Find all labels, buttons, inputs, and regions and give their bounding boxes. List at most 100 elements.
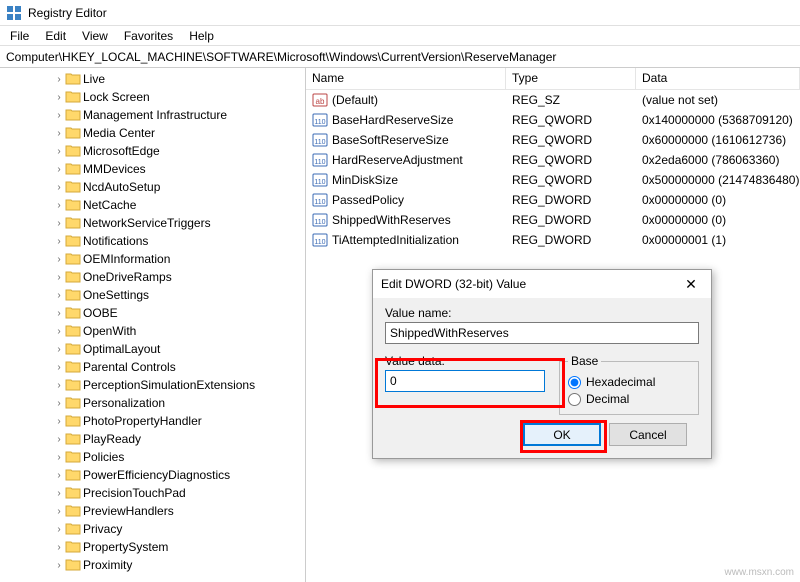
expand-arrow-icon[interactable]: › — [53, 524, 65, 535]
tree-item[interactable]: ›PerceptionSimulationExtensions — [0, 376, 305, 394]
expand-arrow-icon[interactable]: › — [53, 128, 65, 139]
menu-file[interactable]: File — [2, 27, 37, 45]
tree-item[interactable]: ›Media Center — [0, 124, 305, 142]
folder-icon — [65, 108, 81, 122]
value-row[interactable]: 110BaseSoftReserveSizeREG_QWORD0x6000000… — [306, 130, 800, 150]
folder-icon — [65, 360, 81, 374]
expand-arrow-icon[interactable]: › — [53, 398, 65, 409]
expand-arrow-icon[interactable]: › — [53, 164, 65, 175]
tree-item[interactable]: ›Proximity — [0, 556, 305, 574]
value-row[interactable]: 110BaseHardReserveSizeREG_QWORD0x1400000… — [306, 110, 800, 130]
expand-arrow-icon[interactable]: › — [53, 380, 65, 391]
expand-arrow-icon[interactable]: › — [53, 272, 65, 283]
menu-view[interactable]: View — [74, 27, 116, 45]
svg-text:110: 110 — [314, 159, 325, 166]
value-row[interactable]: 110HardReserveAdjustmentREG_QWORD0x2eda6… — [306, 150, 800, 170]
cancel-button[interactable]: Cancel — [609, 423, 687, 446]
value-row[interactable]: 110PassedPolicyREG_DWORD0x00000000 (0) — [306, 190, 800, 210]
value-type: REG_DWORD — [506, 233, 636, 247]
tree-item[interactable]: ›MMDevices — [0, 160, 305, 178]
expand-arrow-icon[interactable]: › — [53, 92, 65, 103]
col-data[interactable]: Data — [636, 68, 800, 89]
value-name: ShippedWithReserves — [332, 213, 451, 227]
menu-favorites[interactable]: Favorites — [116, 27, 181, 45]
expand-arrow-icon[interactable]: › — [53, 470, 65, 481]
expand-arrow-icon[interactable]: › — [53, 506, 65, 517]
expand-arrow-icon[interactable]: › — [53, 218, 65, 229]
radio-decimal[interactable]: Decimal — [568, 392, 690, 406]
app-title: Registry Editor — [28, 6, 107, 20]
tree-item-label: PrecisionTouchPad — [83, 486, 186, 500]
tree-item[interactable]: › OEMInformation — [0, 250, 305, 268]
value-data-field[interactable] — [385, 370, 545, 392]
tree-item[interactable]: ›Policies — [0, 448, 305, 466]
radio-hexadecimal[interactable]: Hexadecimal — [568, 375, 690, 389]
expand-arrow-icon[interactable]: › — [53, 254, 65, 265]
expand-arrow-icon[interactable]: › — [53, 74, 65, 85]
tree-item[interactable]: ›NetCache — [0, 196, 305, 214]
expand-arrow-icon[interactable]: › — [53, 416, 65, 427]
expand-arrow-icon[interactable]: › — [53, 290, 65, 301]
expand-arrow-icon[interactable]: › — [53, 488, 65, 499]
folder-icon — [65, 270, 81, 284]
expand-arrow-icon[interactable]: › — [53, 200, 65, 211]
tree-item[interactable]: ›OOBE — [0, 304, 305, 322]
expand-arrow-icon[interactable]: › — [53, 434, 65, 445]
address-bar[interactable]: Computer\HKEY_LOCAL_MACHINE\SOFTWARE\Mic… — [0, 46, 800, 68]
value-data: 0x60000000 (1610612736) — [636, 133, 800, 147]
expand-arrow-icon[interactable]: › — [53, 542, 65, 553]
expand-arrow-icon[interactable]: › — [53, 326, 65, 337]
tree-item[interactable]: ›OneDriveRamps — [0, 268, 305, 286]
value-type-icon: 110 — [312, 112, 328, 128]
col-type[interactable]: Type — [506, 68, 636, 89]
value-row[interactable]: 110ShippedWithReservesREG_DWORD0x0000000… — [306, 210, 800, 230]
value-row[interactable]: 110MinDiskSizeREG_QWORD0x500000000 (2147… — [306, 170, 800, 190]
tree-item[interactable]: ›Personalization — [0, 394, 305, 412]
tree-item[interactable]: › Lock Screen — [0, 88, 305, 106]
value-row[interactable]: ab(Default)REG_SZ(value not set) — [306, 90, 800, 110]
tree-item[interactable]: ›MicrosoftEdge — [0, 142, 305, 160]
expand-arrow-icon[interactable]: › — [53, 146, 65, 157]
value-row[interactable]: 110TiAttemptedInitializationREG_DWORD0x0… — [306, 230, 800, 250]
col-name[interactable]: Name — [306, 68, 506, 89]
tree-item[interactable]: ›OptimalLayout — [0, 340, 305, 358]
tree-item[interactable]: ›PhotoPropertyHandler — [0, 412, 305, 430]
tree-item[interactable]: ›NcdAutoSetup — [0, 178, 305, 196]
tree-item-label: NetworkServiceTriggers — [83, 216, 211, 230]
value-name: TiAttemptedInitialization — [332, 233, 459, 247]
expand-arrow-icon[interactable]: › — [53, 236, 65, 247]
value-type-icon: 110 — [312, 212, 328, 228]
tree-item[interactable]: ›OneSettings — [0, 286, 305, 304]
tree-item[interactable]: ›PropertySystem — [0, 538, 305, 556]
tree-panel[interactable]: ›Live›Lock Screen›Management Infrastruct… — [0, 68, 306, 582]
tree-item[interactable]: ›Notifications — [0, 232, 305, 250]
tree-item[interactable]: ›Live — [0, 70, 305, 88]
tree-item[interactable]: ›PowerEfficiencyDiagnostics — [0, 466, 305, 484]
tree-item[interactable]: ›OpenWith — [0, 322, 305, 340]
tree-item[interactable]: ›Privacy — [0, 520, 305, 538]
tree-item-label: Lock Screen — [83, 90, 150, 104]
close-icon[interactable]: ✕ — [679, 276, 703, 293]
folder-icon — [65, 306, 81, 320]
tree-item[interactable]: › NetworkServiceTriggers — [0, 214, 305, 232]
tree-item-label: OEMInformation — [83, 252, 170, 266]
value-name-field[interactable] — [385, 322, 699, 344]
ok-button[interactable]: OK — [523, 423, 601, 446]
tree-item[interactable]: ›PlayReady — [0, 430, 305, 448]
expand-arrow-icon[interactable]: › — [53, 308, 65, 319]
value-data: (value not set) — [636, 93, 800, 107]
tree-item[interactable]: › PrecisionTouchPad — [0, 484, 305, 502]
value-name: MinDiskSize — [332, 173, 398, 187]
expand-arrow-icon[interactable]: › — [53, 110, 65, 121]
tree-item[interactable]: ›Management Infrastructure — [0, 106, 305, 124]
menu-edit[interactable]: Edit — [37, 27, 74, 45]
app-icon — [6, 5, 22, 21]
expand-arrow-icon[interactable]: › — [53, 182, 65, 193]
expand-arrow-icon[interactable]: › — [53, 344, 65, 355]
expand-arrow-icon[interactable]: › — [53, 362, 65, 373]
expand-arrow-icon[interactable]: › — [53, 452, 65, 463]
expand-arrow-icon[interactable]: › — [53, 560, 65, 571]
menu-help[interactable]: Help — [181, 27, 222, 45]
tree-item[interactable]: ›Parental Controls — [0, 358, 305, 376]
tree-item[interactable]: ›PreviewHandlers — [0, 502, 305, 520]
